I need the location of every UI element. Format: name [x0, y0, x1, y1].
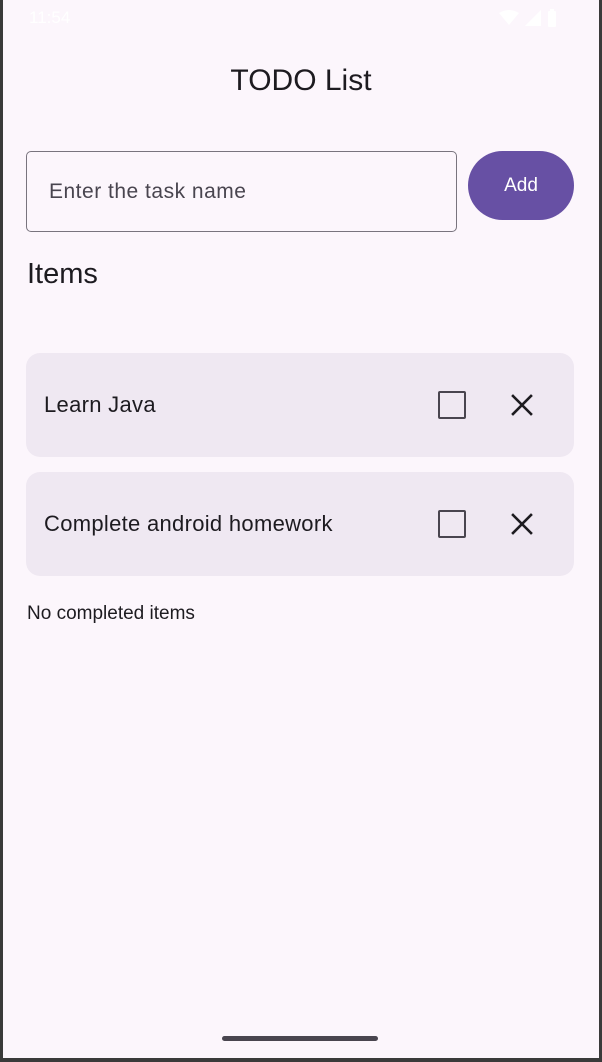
completed-empty-text: No completed items [27, 603, 195, 624]
item-label: Learn Java [44, 392, 156, 417]
gesture-nav-handle[interactable] [222, 1036, 378, 1041]
signal-icon [525, 10, 541, 26]
item-checkbox[interactable] [438, 510, 466, 538]
page-title: TODO List [230, 64, 372, 97]
list-item: Learn Java [26, 353, 574, 457]
battery-icon [548, 9, 556, 27]
app-screen: 11:54 TODO List Add Items Learn Java Com… [3, 0, 599, 1058]
task-name-input[interactable] [26, 151, 457, 232]
item-checkbox[interactable] [438, 391, 466, 419]
add-button[interactable]: Add [468, 151, 574, 220]
close-icon[interactable] [508, 391, 536, 419]
close-icon[interactable] [508, 510, 536, 538]
item-list: Learn Java Complete android homework [26, 353, 574, 591]
status-icons [499, 9, 557, 27]
wifi-icon [499, 10, 519, 25]
items-heading: Items [27, 258, 98, 290]
item-label: Complete android homework [44, 511, 333, 536]
status-time: 11:54 [29, 8, 71, 27]
status-bar: 11:54 [3, 0, 599, 36]
list-item: Complete android homework [26, 472, 574, 576]
